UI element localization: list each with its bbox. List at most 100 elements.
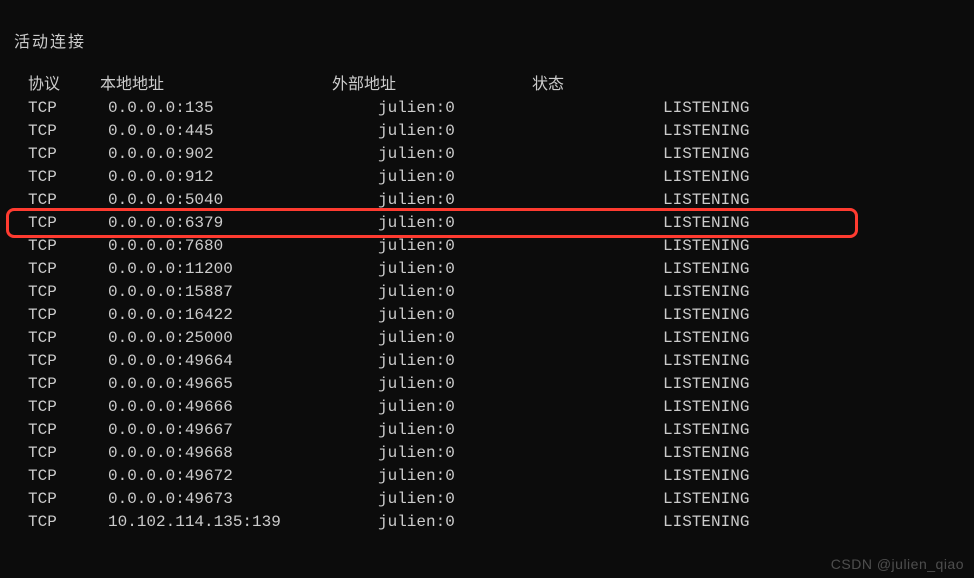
cell-foreign: julien:0 [378, 189, 508, 212]
cell-proto: TCP [28, 327, 108, 350]
table-header: 协议 本地地址 外部地址 状态 [28, 74, 974, 97]
cell-local: 0.0.0.0:49666 [108, 396, 378, 419]
cell-proto: TCP [28, 304, 108, 327]
cell-proto: TCP [28, 396, 108, 419]
cell-local: 0.0.0.0:16422 [108, 304, 378, 327]
cell-proto: TCP [28, 258, 108, 281]
table-row: TCP0.0.0.0:912julien:0LISTENING [28, 166, 974, 189]
cell-state: LISTENING [508, 396, 749, 419]
table-row: TCP0.0.0.0:49672julien:0LISTENING [28, 465, 974, 488]
table-row: TCP10.102.114.135:139julien:0LISTENING [28, 511, 974, 534]
cell-proto: TCP [28, 143, 108, 166]
cell-proto: TCP [28, 235, 108, 258]
table-row: TCP0.0.0.0:5040julien:0LISTENING [28, 189, 974, 212]
cell-foreign: julien:0 [378, 373, 508, 396]
cell-local: 10.102.114.135:139 [108, 511, 378, 534]
cell-local: 0.0.0.0:49664 [108, 350, 378, 373]
table-row: TCP0.0.0.0:49668julien:0LISTENING [28, 442, 974, 465]
cell-state: LISTENING [508, 419, 749, 442]
cell-local: 0.0.0.0:5040 [108, 189, 378, 212]
cell-foreign: julien:0 [378, 511, 508, 534]
cell-proto: TCP [28, 281, 108, 304]
cell-local: 0.0.0.0:11200 [108, 258, 378, 281]
cell-proto: TCP [28, 419, 108, 442]
cell-foreign: julien:0 [378, 327, 508, 350]
cell-foreign: julien:0 [378, 281, 508, 304]
cell-state: LISTENING [508, 189, 749, 212]
header-foreign: 外部地址 [332, 74, 532, 97]
cell-state: LISTENING [508, 304, 749, 327]
cell-local: 0.0.0.0:912 [108, 166, 378, 189]
cell-foreign: julien:0 [378, 442, 508, 465]
cell-local: 0.0.0.0:49672 [108, 465, 378, 488]
cell-state: LISTENING [508, 97, 749, 120]
table-row: TCP0.0.0.0:445julien:0LISTENING [28, 120, 974, 143]
table-row: TCP0.0.0.0:49667julien:0LISTENING [28, 419, 974, 442]
header-proto: 协议 [28, 74, 100, 97]
cell-state: LISTENING [508, 511, 749, 534]
cell-state: LISTENING [508, 166, 749, 189]
cell-local: 0.0.0.0:445 [108, 120, 378, 143]
header-state: 状态 [532, 74, 692, 97]
cell-local: 0.0.0.0:25000 [108, 327, 378, 350]
cell-proto: TCP [28, 488, 108, 511]
table-row: TCP0.0.0.0:15887julien:0LISTENING [28, 281, 974, 304]
cell-state: LISTENING [508, 488, 749, 511]
cell-proto: TCP [28, 350, 108, 373]
cell-foreign: julien:0 [378, 143, 508, 166]
cell-state: LISTENING [508, 281, 749, 304]
cell-state: LISTENING [508, 373, 749, 396]
table-row: TCP0.0.0.0:11200julien:0LISTENING [28, 258, 974, 281]
cell-foreign: julien:0 [378, 258, 508, 281]
header-local: 本地地址 [100, 74, 332, 97]
cell-state: LISTENING [508, 258, 749, 281]
cell-proto: TCP [28, 465, 108, 488]
cell-state: LISTENING [508, 212, 749, 235]
cell-local: 0.0.0.0:135 [108, 97, 378, 120]
cell-local: 0.0.0.0:49673 [108, 488, 378, 511]
cell-foreign: julien:0 [378, 419, 508, 442]
cell-local: 0.0.0.0:49665 [108, 373, 378, 396]
cell-state: LISTENING [508, 120, 749, 143]
cell-local: 0.0.0.0:49667 [108, 419, 378, 442]
cell-foreign: julien:0 [378, 235, 508, 258]
cell-foreign: julien:0 [378, 350, 508, 373]
cell-foreign: julien:0 [378, 488, 508, 511]
cell-proto: TCP [28, 511, 108, 534]
cell-foreign: julien:0 [378, 166, 508, 189]
cell-proto: TCP [28, 97, 108, 120]
cell-state: LISTENING [508, 442, 749, 465]
cell-foreign: julien:0 [378, 465, 508, 488]
table-row: TCP0.0.0.0:6379julien:0LISTENING [28, 212, 974, 235]
cell-proto: TCP [28, 212, 108, 235]
cell-local: 0.0.0.0:15887 [108, 281, 378, 304]
table-row: TCP0.0.0.0:49673julien:0LISTENING [28, 488, 974, 511]
cell-foreign: julien:0 [378, 97, 508, 120]
cell-proto: TCP [28, 189, 108, 212]
cell-local: 0.0.0.0:902 [108, 143, 378, 166]
table-row: TCP0.0.0.0:49665julien:0LISTENING [28, 373, 974, 396]
cell-foreign: julien:0 [378, 396, 508, 419]
table-row: TCP0.0.0.0:16422julien:0LISTENING [28, 304, 974, 327]
cell-proto: TCP [28, 442, 108, 465]
netstat-table: 协议 本地地址 外部地址 状态 TCP0.0.0.0:135julien:0LI… [0, 74, 974, 534]
cell-state: LISTENING [508, 465, 749, 488]
table-row: TCP0.0.0.0:135julien:0LISTENING [28, 97, 974, 120]
table-row: TCP0.0.0.0:7680julien:0LISTENING [28, 235, 974, 258]
watermark: CSDN @julien_qiao [831, 556, 964, 572]
cell-proto: TCP [28, 166, 108, 189]
table-row: TCP0.0.0.0:49666julien:0LISTENING [28, 396, 974, 419]
cell-state: LISTENING [508, 327, 749, 350]
cell-proto: TCP [28, 120, 108, 143]
cell-state: LISTENING [508, 350, 749, 373]
cell-state: LISTENING [508, 235, 749, 258]
table-row: TCP0.0.0.0:902julien:0LISTENING [28, 143, 974, 166]
cell-local: 0.0.0.0:7680 [108, 235, 378, 258]
page-title: 活动连接 [0, 28, 974, 52]
table-row: TCP0.0.0.0:25000julien:0LISTENING [28, 327, 974, 350]
cell-local: 0.0.0.0:6379 [108, 212, 378, 235]
table-body: TCP0.0.0.0:135julien:0LISTENINGTCP0.0.0.… [28, 97, 974, 534]
cell-local: 0.0.0.0:49668 [108, 442, 378, 465]
cell-state: LISTENING [508, 143, 749, 166]
table-row: TCP0.0.0.0:49664julien:0LISTENING [28, 350, 974, 373]
